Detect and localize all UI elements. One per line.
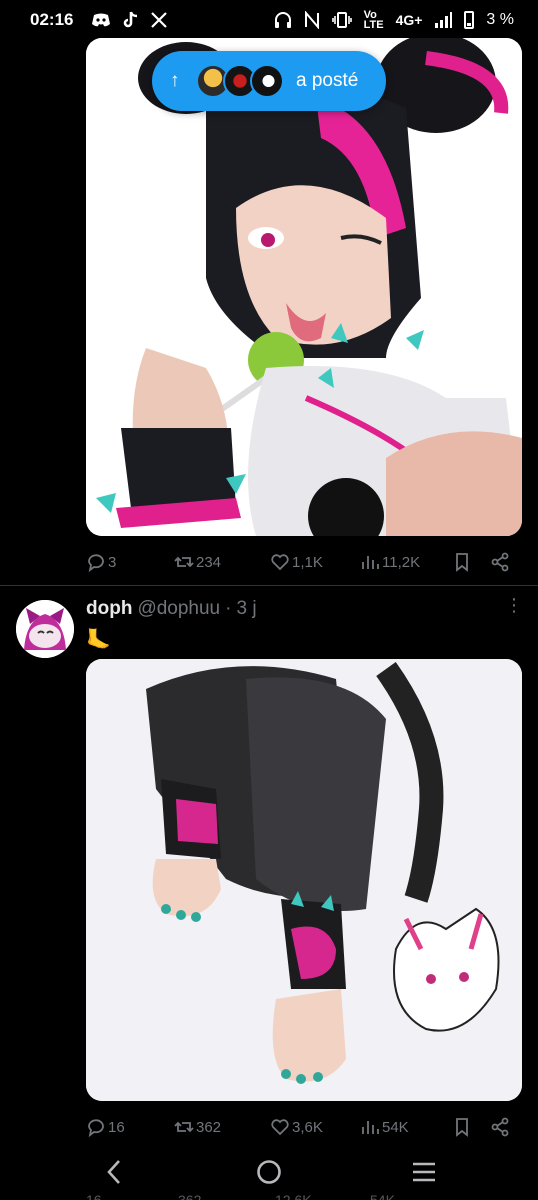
repost-count: 362 xyxy=(196,1118,222,1136)
tweet-2-text: 🦶 xyxy=(86,629,111,651)
share-button[interactable] xyxy=(490,552,510,572)
more-options-icon[interactable]: ⋮ xyxy=(505,596,523,622)
discord-icon xyxy=(91,11,111,29)
views-icon xyxy=(362,1121,379,1134)
heart-icon xyxy=(271,1119,289,1136)
views-button[interactable]: 11,2K xyxy=(360,552,420,572)
vibrate-icon xyxy=(331,11,352,29)
signal-icon xyxy=(434,11,453,29)
illustration-1 xyxy=(86,38,522,536)
illustration-2 xyxy=(86,659,522,1101)
avatar-image xyxy=(16,600,74,658)
tweet-2-header: doph @dophuu · 3 j xyxy=(86,598,257,620)
tiktok-icon xyxy=(123,11,139,29)
views-count: 54K xyxy=(382,1118,409,1136)
pill-avatars xyxy=(196,64,284,98)
views-icon xyxy=(362,556,379,569)
nav-back-button[interactable] xyxy=(94,1157,134,1187)
user-handle[interactable]: @dophuu xyxy=(137,598,220,620)
tweet-2-actions: 16 362 3,6K 54K xyxy=(86,1112,522,1142)
chevron-left-icon xyxy=(107,1160,120,1184)
arrow-up-icon: ↑ xyxy=(170,70,180,91)
battery-percent: 3 % xyxy=(486,11,514,28)
volte-icon: Vo LTE xyxy=(363,9,384,31)
repost-icon xyxy=(174,556,194,568)
bookmark-icon xyxy=(456,553,468,572)
menu-icon xyxy=(413,1162,435,1182)
like-button[interactable]: 1,1K xyxy=(270,552,323,572)
views-button[interactable]: 54K xyxy=(360,1117,409,1137)
views-count: 11,2K xyxy=(382,553,421,571)
like-button[interactable]: 3,6K xyxy=(270,1117,323,1137)
nav-recents-button[interactable] xyxy=(404,1157,444,1187)
separator-dot: · xyxy=(225,598,232,619)
share-icon xyxy=(491,1117,509,1137)
reply-button[interactable]: 16 xyxy=(86,1117,125,1137)
repost-icon xyxy=(174,1121,194,1133)
repost-count: 234 xyxy=(196,553,222,571)
clock: 02:16 xyxy=(30,10,74,29)
tweet-1-actions: 3 234 1,1K 11,2K xyxy=(86,547,522,577)
heart-icon xyxy=(271,554,289,571)
like-count: 1,1K xyxy=(292,553,323,571)
avatar xyxy=(250,64,284,98)
headphones-icon xyxy=(274,11,292,29)
share-icon xyxy=(491,552,509,572)
bookmark-icon xyxy=(456,1118,468,1137)
repost-button[interactable]: 362 xyxy=(174,1117,221,1137)
user-avatar[interactable] xyxy=(16,600,74,658)
like-count: 3,6K xyxy=(292,1118,323,1136)
share-button[interactable] xyxy=(490,1117,510,1137)
reply-button[interactable]: 3 xyxy=(86,552,116,572)
bookmark-button[interactable] xyxy=(452,552,472,572)
new-posts-pill[interactable]: ↑ a posté xyxy=(152,51,386,111)
reply-count: 16 xyxy=(108,1118,125,1136)
reply-count: 3 xyxy=(108,553,117,571)
tweet-2-image[interactable] xyxy=(86,659,522,1101)
reply-icon xyxy=(88,554,104,572)
reply-icon xyxy=(88,1119,104,1137)
bookmark-button[interactable] xyxy=(452,1117,472,1137)
network-type: 4G+ xyxy=(395,12,423,28)
battery-icon xyxy=(464,11,475,29)
x-icon xyxy=(151,11,168,29)
tweet-1-image[interactable] xyxy=(86,38,522,536)
nav-home-button[interactable] xyxy=(249,1157,289,1187)
home-circle-icon xyxy=(257,1160,281,1184)
nfc-icon xyxy=(304,11,320,29)
status-bar: 02:16 Vo LTE 4G+ 3 % xyxy=(0,0,538,40)
user-name[interactable]: doph xyxy=(86,598,132,620)
post-time[interactable]: 3 j xyxy=(236,598,256,620)
repost-button[interactable]: 234 xyxy=(174,552,221,572)
divider xyxy=(0,585,538,586)
pill-label: a posté xyxy=(296,70,359,91)
